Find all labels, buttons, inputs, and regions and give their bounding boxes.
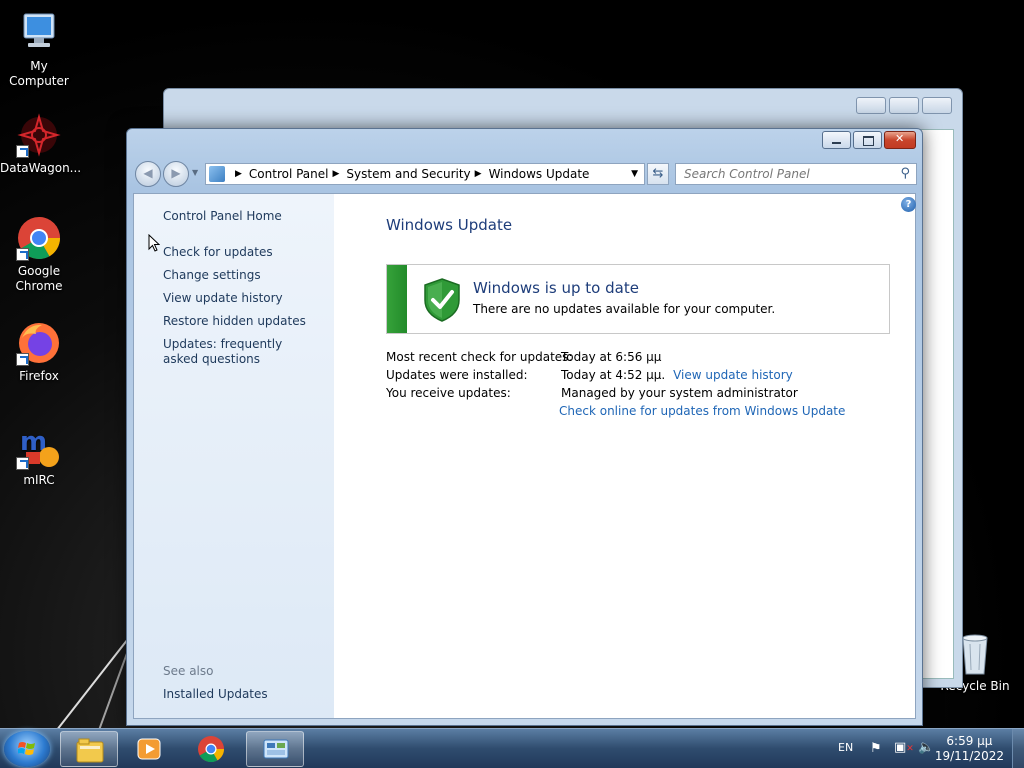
network-disconnected-icon[interactable]: ▣✕ — [894, 740, 914, 755]
desktop-icon-label: Firefox — [19, 369, 59, 383]
mouse-cursor-icon — [148, 234, 160, 252]
action-center-icon[interactable]: ⚑ — [870, 741, 882, 756]
system-clock[interactable]: 6:59 μμ 19/11/2022 — [935, 734, 1004, 764]
check-for-updates-link[interactable]: Check for updates — [163, 245, 273, 260]
search-icon[interactable]: ⚲ — [900, 166, 910, 181]
control-panel-icon — [209, 166, 225, 182]
breadcrumb-separator-icon[interactable]: ▶ — [475, 169, 482, 179]
breadcrumb-system-and-security[interactable]: System and Security — [346, 167, 470, 181]
minimize-button[interactable] — [822, 131, 851, 149]
breadcrumb-separator-icon[interactable]: ▶ — [333, 169, 340, 179]
breadcrumb: ▶ Control Panel ▶ System and Security ▶ … — [231, 167, 589, 181]
change-settings-link[interactable]: Change settings — [163, 268, 261, 283]
taskbar-media-player[interactable] — [120, 731, 178, 767]
clock-date: 19/11/2022 — [934, 749, 1004, 763]
status-subtitle: There are no updates available for your … — [473, 302, 776, 316]
restore-hidden-updates-link[interactable]: Restore hidden updates — [163, 314, 306, 329]
taskbar-control-panel[interactable] — [246, 731, 304, 767]
refresh-button[interactable]: ⇆ — [647, 163, 669, 185]
page-title: Windows Update — [386, 216, 513, 234]
close-button[interactable] — [922, 97, 952, 114]
forward-button[interactable]: ▶ — [163, 161, 189, 187]
breadcrumb-separator-icon[interactable]: ▶ — [235, 169, 242, 179]
shortcut-arrow-icon — [16, 145, 29, 158]
desktop-icon-label: My Computer — [9, 59, 69, 88]
start-button[interactable] — [4, 731, 50, 767]
desktop-icon-my-computer[interactable]: My Computer — [0, 10, 78, 89]
datawagon-icon — [16, 112, 62, 158]
show-desktop-button[interactable] — [1012, 729, 1024, 768]
view-update-history-inline-link[interactable]: View update history — [673, 368, 793, 382]
taskbar-windows-explorer[interactable] — [60, 731, 118, 767]
shortcut-arrow-icon — [16, 353, 29, 366]
firefox-icon — [16, 320, 62, 366]
desktop-icon-label: DataWagon... — [0, 161, 82, 175]
receive-updates-label: You receive updates: — [386, 386, 511, 400]
taskbar: EN ⚑ ▣✕ 🔈 6:59 μμ 19/11/2022 — [0, 728, 1024, 768]
installed-label: Updates were installed: — [386, 368, 528, 382]
status-title: Windows is up to date — [473, 279, 639, 297]
see-also-heading: See also — [163, 664, 214, 678]
desktop-icon-label: Google Chrome — [15, 264, 63, 293]
chrome-icon — [198, 736, 225, 763]
windows-explorer-icon — [76, 738, 104, 763]
installed-updates-link[interactable]: Installed Updates — [163, 687, 268, 702]
view-update-history-link[interactable]: View update history — [163, 291, 283, 306]
left-navigation-pane: Control Panel Home Check for updates Cha… — [134, 194, 334, 718]
update-status-panel: Windows is up to date There are no updat… — [386, 264, 890, 334]
breadcrumb-control-panel[interactable]: Control Panel — [249, 167, 329, 181]
recent-check-label: Most recent check for updates: — [386, 350, 573, 364]
volume-icon[interactable]: 🔈 — [918, 740, 934, 755]
maximize-button[interactable] — [889, 97, 919, 114]
control-panel-home-link[interactable]: Control Panel Home — [163, 209, 282, 224]
desktop-icon-mirc[interactable]: m mIRC — [0, 424, 78, 488]
maximize-button[interactable] — [853, 131, 882, 149]
desktop-icon-google-chrome[interactable]: Google Chrome — [0, 215, 78, 294]
close-button[interactable] — [884, 131, 916, 149]
control-panel-icon — [263, 739, 289, 759]
shield-check-icon — [423, 278, 461, 322]
receive-updates-value: Managed by your system administrator — [561, 386, 798, 400]
window-content: Control Panel Home Check for updates Cha… — [133, 193, 916, 719]
navigation-bar: ◀ ▶ ▼ ▶ Control Panel ▶ System and Secur… — [135, 161, 917, 187]
refresh-icon: ⇆ — [652, 166, 664, 181]
media-player-icon — [137, 738, 161, 760]
windows-logo-icon — [18, 742, 35, 755]
recent-pages-dropdown[interactable]: ▼ — [192, 168, 198, 177]
desktop-icon-label: mIRC — [23, 473, 55, 487]
desktop-icon-datawagon[interactable]: DataWagon... — [0, 112, 82, 176]
search-placeholder: Search Control Panel — [684, 167, 810, 181]
help-icon[interactable]: ? — [901, 197, 916, 212]
language-indicator[interactable]: EN — [838, 741, 853, 754]
recent-check-value: Today at 6:56 μμ — [561, 350, 662, 364]
forward-arrow-icon: ▶ — [171, 166, 181, 180]
desktop-icon-firefox[interactable]: Firefox — [0, 320, 78, 384]
updates-faq-link[interactable]: Updates: frequently asked questions — [163, 337, 313, 367]
breadcrumb-windows-update[interactable]: Windows Update — [489, 167, 590, 181]
background-window-controls — [856, 97, 952, 114]
address-dropdown-icon[interactable]: ▼ — [631, 169, 638, 179]
shortcut-arrow-icon — [16, 457, 29, 470]
address-bar[interactable]: ▶ Control Panel ▶ System and Security ▶ … — [205, 163, 645, 185]
mirc-icon: m — [16, 424, 62, 470]
shortcut-arrow-icon — [16, 248, 29, 261]
status-color-bar — [387, 265, 407, 333]
back-button[interactable]: ◀ — [135, 161, 161, 187]
installed-value: Today at 4:52 μμ. View update history — [561, 368, 793, 382]
taskbar-chrome[interactable] — [182, 731, 240, 767]
back-arrow-icon: ◀ — [143, 166, 153, 180]
clock-time: 6:59 μμ — [946, 734, 993, 748]
computer-icon — [16, 10, 62, 56]
chrome-icon — [16, 215, 62, 261]
installed-time: Today at 4:52 μμ. — [561, 368, 666, 382]
search-input[interactable]: Search Control Panel ⚲ — [675, 163, 917, 185]
window-controls — [822, 131, 916, 149]
control-panel-window: ◀ ▶ ▼ ▶ Control Panel ▶ System and Secur… — [126, 128, 923, 726]
check-online-link[interactable]: Check online for updates from Windows Up… — [559, 404, 845, 418]
minimize-button[interactable] — [856, 97, 886, 114]
